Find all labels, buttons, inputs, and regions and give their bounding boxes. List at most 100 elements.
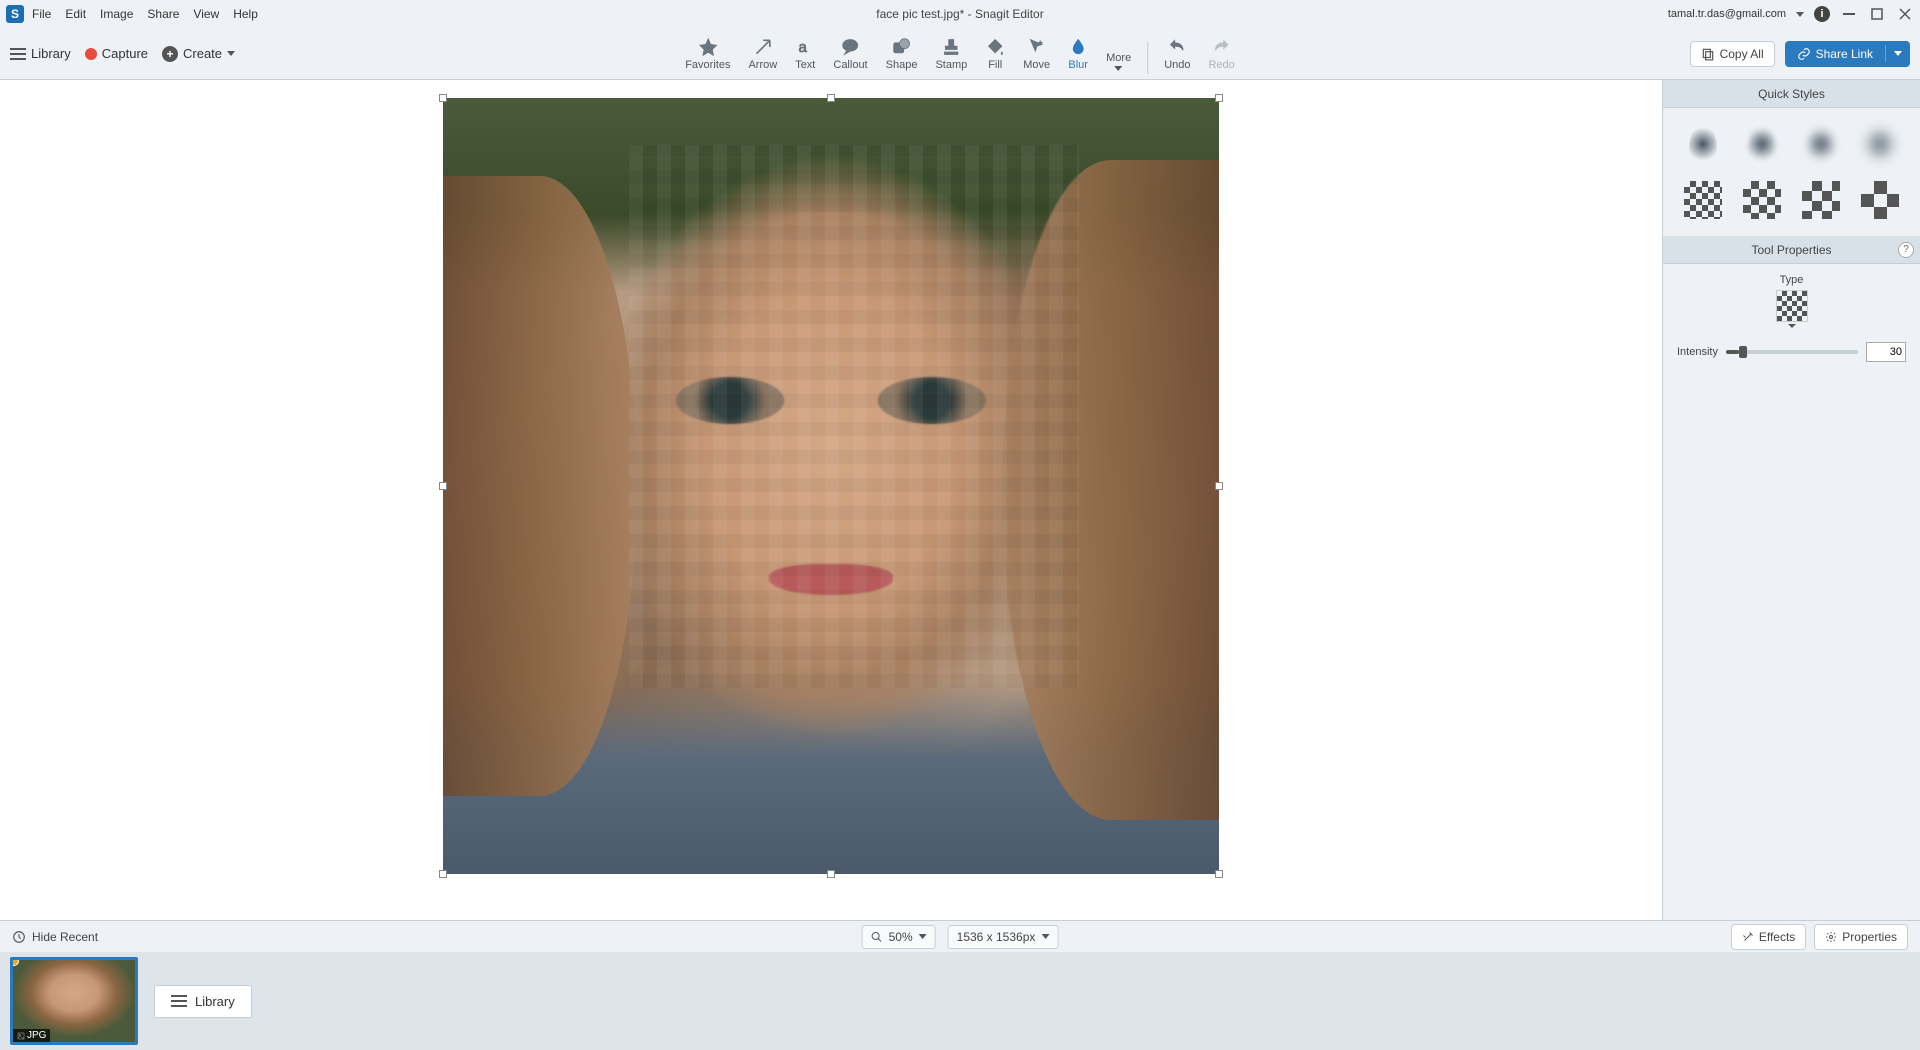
- tool-favorites[interactable]: Favorites: [679, 34, 736, 74]
- tool-move[interactable]: + Move: [1017, 34, 1056, 74]
- tool-arrow[interactable]: Arrow: [742, 34, 783, 74]
- type-selector[interactable]: [1776, 290, 1808, 322]
- image-icon: [17, 1032, 25, 1040]
- share-link-button[interactable]: Share Link: [1785, 41, 1910, 67]
- resize-handle-bl[interactable]: [439, 870, 447, 878]
- tool-label: Text: [795, 59, 815, 71]
- undo-label: Undo: [1164, 59, 1190, 71]
- recent-thumbnail[interactable]: JPG: [10, 957, 138, 1045]
- quick-styles-header: Quick Styles: [1663, 80, 1920, 108]
- resize-handle-tc[interactable]: [827, 94, 835, 102]
- zoom-control[interactable]: 50%: [862, 925, 936, 949]
- tool-shape[interactable]: Shape: [880, 34, 924, 74]
- tool-blur[interactable]: Blur: [1062, 34, 1094, 74]
- pixelate-style-2[interactable]: [1740, 178, 1784, 222]
- tool-label: Arrow: [748, 59, 777, 71]
- menu-view[interactable]: View: [193, 7, 219, 21]
- main-area: Quick Styles Tool Properties ? Type Inte…: [0, 80, 1920, 920]
- canvas-selection[interactable]: [443, 98, 1219, 874]
- plus-icon: +: [162, 46, 178, 62]
- tool-label: Stamp: [935, 59, 967, 71]
- callout-icon: [841, 37, 861, 57]
- intensity-slider[interactable]: [1726, 350, 1858, 354]
- resize-handle-ml[interactable]: [439, 482, 447, 490]
- window-title: face pic test.jpg* - Snagit Editor: [876, 7, 1043, 21]
- library-tray-label: Library: [195, 994, 235, 1009]
- search-icon: [871, 931, 883, 943]
- zoom-value: 50%: [889, 930, 913, 944]
- dimensions-control[interactable]: 1536 x 1536px: [948, 925, 1059, 949]
- minimize-button[interactable]: [1840, 7, 1858, 21]
- slider-thumb[interactable]: [1739, 346, 1747, 358]
- tool-stamp[interactable]: Stamp: [929, 34, 973, 74]
- menu-share[interactable]: Share: [147, 7, 179, 21]
- hide-recent-label: Hide Recent: [32, 930, 98, 944]
- properties-button[interactable]: Properties: [1814, 924, 1908, 950]
- resize-handle-br[interactable]: [1215, 870, 1223, 878]
- chevron-down-icon: [919, 934, 927, 939]
- copy-all-button[interactable]: Copy All: [1690, 41, 1775, 67]
- resize-handle-tl[interactable]: [439, 94, 447, 102]
- pixelate-style-1[interactable]: [1681, 178, 1725, 222]
- create-button[interactable]: + Create: [162, 46, 235, 62]
- hamburger-icon: [10, 48, 26, 60]
- maximize-button[interactable]: [1868, 7, 1886, 21]
- hamburger-icon: [171, 995, 187, 1007]
- recent-tray: JPG Library: [0, 952, 1920, 1050]
- main-menu: File Edit Image Share View Help: [32, 7, 258, 21]
- star-icon: [698, 37, 718, 57]
- tool-fill[interactable]: Fill: [979, 34, 1011, 74]
- library-button[interactable]: Library: [10, 46, 71, 61]
- app-icon: S: [6, 5, 24, 23]
- stamp-icon: [941, 37, 961, 57]
- help-icon[interactable]: ?: [1898, 242, 1914, 258]
- canvas-image: [443, 98, 1219, 874]
- thumbnail-badge: JPG: [13, 1029, 50, 1042]
- tool-more[interactable]: More: [1100, 37, 1137, 74]
- blur-style-4[interactable]: [1858, 122, 1902, 166]
- info-icon[interactable]: i: [1814, 6, 1830, 22]
- gear-icon: [1825, 931, 1837, 943]
- close-button[interactable]: [1896, 7, 1914, 21]
- library-tray-button[interactable]: Library: [154, 985, 252, 1018]
- menu-image[interactable]: Image: [100, 7, 133, 21]
- tool-properties-label: Tool Properties: [1751, 243, 1831, 257]
- dimensions-value: 1536 x 1536px: [957, 930, 1036, 944]
- resize-handle-bc[interactable]: [827, 870, 835, 878]
- tool-label: Move: [1023, 59, 1050, 71]
- menu-help[interactable]: Help: [233, 7, 258, 21]
- menu-edit[interactable]: Edit: [65, 7, 86, 21]
- quick-styles-grid: [1663, 108, 1920, 236]
- user-dropdown-caret[interactable]: [1796, 12, 1804, 17]
- tool-callout[interactable]: Callout: [827, 34, 873, 74]
- svg-text:+: +: [1038, 37, 1043, 47]
- capture-button[interactable]: Capture: [85, 46, 148, 61]
- tool-text[interactable]: a Text: [789, 34, 821, 74]
- canvas-area[interactable]: [0, 80, 1662, 920]
- pixelate-style-4[interactable]: [1858, 178, 1902, 222]
- blur-style-2[interactable]: [1740, 122, 1784, 166]
- menu-file[interactable]: File: [32, 7, 51, 21]
- capture-label: Capture: [102, 46, 148, 61]
- quick-styles-label: Quick Styles: [1758, 87, 1825, 101]
- hide-recent-button[interactable]: Hide Recent: [12, 930, 98, 944]
- intensity-input[interactable]: [1866, 342, 1906, 362]
- chevron-down-icon: [1894, 51, 1902, 56]
- tool-label: Fill: [988, 59, 1002, 71]
- titlebar: S File Edit Image Share View Help face p…: [0, 0, 1920, 28]
- blur-style-1[interactable]: [1681, 122, 1725, 166]
- redo-button: Redo: [1203, 34, 1241, 74]
- user-email[interactable]: tamal.tr.das@gmail.com: [1668, 8, 1786, 20]
- resize-handle-mr[interactable]: [1215, 482, 1223, 490]
- undo-button[interactable]: Undo: [1158, 34, 1196, 74]
- right-panel: Quick Styles Tool Properties ? Type Inte…: [1662, 80, 1920, 920]
- tool-label: Favorites: [685, 59, 730, 71]
- blur-style-3[interactable]: [1799, 122, 1843, 166]
- record-icon: [85, 48, 97, 60]
- statusbar: Hide Recent 50% 1536 x 1536px Effects Pr…: [0, 920, 1920, 952]
- pixelate-style-3[interactable]: [1799, 178, 1843, 222]
- chevron-down-icon[interactable]: [1788, 324, 1796, 328]
- share-dropdown[interactable]: [1885, 45, 1910, 62]
- effects-button[interactable]: Effects: [1731, 924, 1806, 950]
- resize-handle-tr[interactable]: [1215, 94, 1223, 102]
